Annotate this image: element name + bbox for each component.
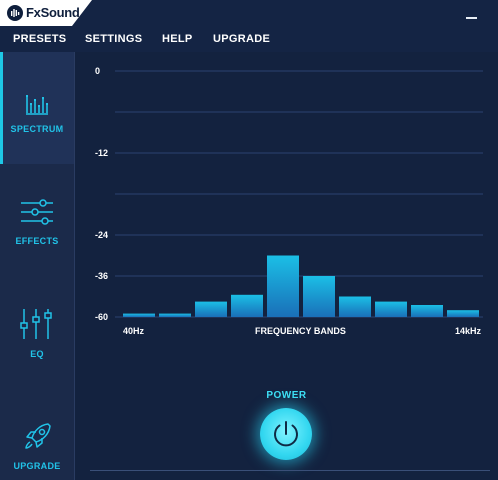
rocket-icon: [22, 420, 54, 452]
x-tick-label-start: 40Hz: [123, 326, 145, 336]
fxsound-logo-icon: [7, 5, 23, 21]
sidebar-item-label: EQ: [30, 349, 44, 359]
sliders-icon: [19, 197, 55, 229]
main-panel: 0 -12 -24 -36 -60 40Hz FREQUENCY BANDS 14kHz…: [75, 52, 498, 480]
y-tick-label: -12: [95, 148, 108, 158]
y-tick-label: -60: [95, 312, 108, 322]
sidebar-item-label: UPGRADE: [13, 461, 61, 471]
spectrum-chart: 0 -12 -24 -36 -60: [95, 66, 483, 322]
spectrum-icon: [22, 85, 54, 117]
sidebar-item-effects[interactable]: EFFECTS: [0, 164, 74, 276]
menu-settings[interactable]: SETTINGS: [85, 33, 142, 45]
spectrum-bar: [159, 313, 191, 317]
menu-presets[interactable]: PRESETS: [13, 33, 66, 45]
bottom-divider: [90, 470, 490, 471]
sidebar-item-label: SPECTRUM: [10, 124, 64, 134]
spectrum-bar: [411, 305, 443, 317]
spectrum-bar: [231, 294, 263, 317]
y-tick-label: 0: [95, 66, 100, 76]
sidebar: SPECTRUM EFFECTS EQ UPGRADE: [0, 52, 74, 480]
spectrum-bar: [375, 301, 407, 317]
eq-icon: [20, 307, 52, 339]
logo: FxSound: [0, 0, 92, 26]
minimize-button[interactable]: [466, 9, 478, 23]
sidebar-item-upgrade[interactable]: UPGRADE: [0, 388, 74, 480]
spectrum-bar: [123, 313, 155, 317]
x-axis-label: FREQUENCY BANDS: [255, 326, 346, 336]
sidebar-item-spectrum[interactable]: SPECTRUM: [0, 52, 74, 164]
spectrum-bar: [195, 301, 227, 317]
power-label: POWER: [266, 390, 307, 401]
sidebar-item-eq[interactable]: EQ: [0, 276, 74, 388]
power-icon: [274, 421, 298, 447]
spectrum-bar: [303, 276, 335, 317]
menu-help[interactable]: HELP: [162, 33, 193, 45]
menu-upgrade[interactable]: UPGRADE: [213, 33, 270, 45]
title-bar: FxSound: [0, 0, 498, 26]
spectrum-bar: [447, 310, 479, 317]
power-button[interactable]: [260, 408, 312, 460]
sidebar-item-label: EFFECTS: [15, 236, 59, 246]
menu-bar: PRESETS SETTINGS HELP UPGRADE: [0, 26, 498, 52]
spectrum-bar: [267, 255, 299, 317]
y-tick-label: -36: [95, 271, 108, 281]
y-tick-label: -24: [95, 230, 108, 240]
logo-text: FxSound: [26, 5, 80, 20]
spectrum-bar: [339, 296, 371, 317]
x-tick-label-end: 14kHz: [455, 326, 482, 336]
